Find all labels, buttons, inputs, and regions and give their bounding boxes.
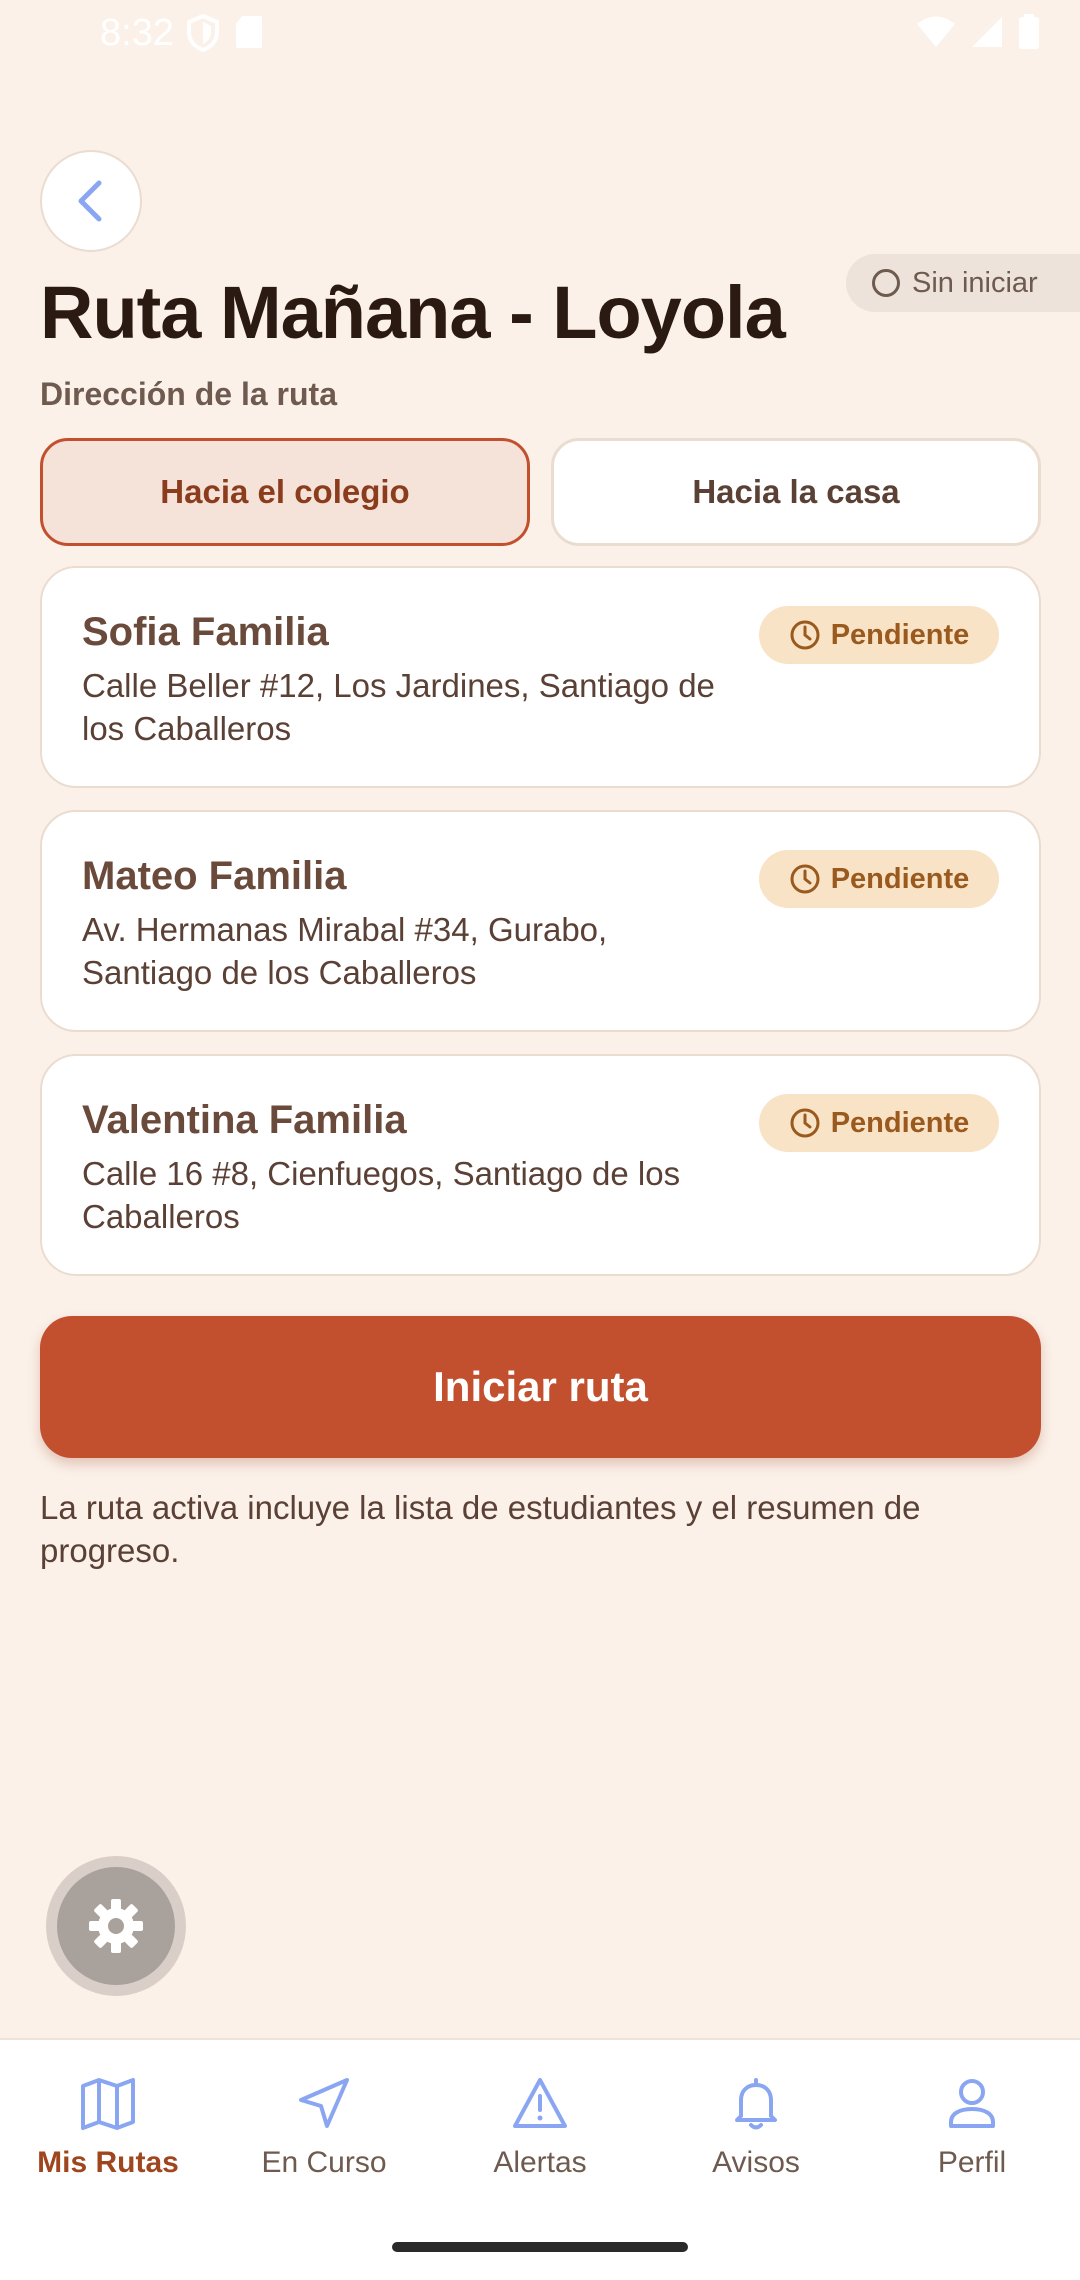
status-badge-label: Pendiente — [830, 1106, 970, 1139]
student-name: Sofia Familia — [82, 610, 329, 654]
battery-icon — [1019, 14, 1039, 49]
home-indicator[interactable] — [392, 2242, 688, 2252]
shield-icon — [187, 14, 219, 52]
nav-label: Perfil — [937, 2146, 1007, 2179]
student-address: Av. Hermanas Mirabal #34, Gurabo, Santia… — [82, 911, 608, 991]
nav-item-avisos[interactable]: Avisos — [648, 2076, 864, 2180]
student-card[interactable]: Sofia Familia Calle Beller #12, Los Jard… — [40, 566, 1041, 788]
nav-item-alertas[interactable]: Alertas — [432, 2076, 648, 2180]
student-name: Mateo Familia — [82, 854, 347, 898]
bell-icon — [735, 2078, 777, 2130]
status-badge: Pendiente — [759, 850, 999, 908]
warning-icon — [513, 2078, 567, 2128]
chevron-left-icon — [78, 180, 102, 222]
nav-label: Avisos — [712, 2146, 800, 2179]
direction-to-home-button[interactable]: Hacia la casa — [551, 438, 1041, 546]
nav-label: Alertas — [493, 2146, 587, 2179]
clock-icon — [790, 1108, 820, 1138]
signal-icon — [972, 17, 1002, 47]
gear-icon — [89, 1899, 143, 1953]
route-status-chip: Sin iniciar — [846, 254, 1080, 312]
direction-to-school-button[interactable]: Hacia el colegio — [40, 438, 530, 546]
nav-item-en-curso[interactable]: En Curso — [216, 2076, 432, 2180]
nav-item-mis-rutas[interactable]: Mis Rutas — [0, 2076, 216, 2180]
wifi-icon — [917, 16, 955, 47]
status-badge-label: Pendiente — [830, 618, 970, 651]
student-name: Valentina Familia — [82, 1098, 407, 1142]
status-badge-label: Pendiente — [830, 862, 970, 895]
student-card[interactable]: Mateo Familia Av. Hermanas Mirabal #34, … — [40, 810, 1041, 1032]
clock-icon — [790, 620, 820, 650]
nav-label: Mis Rutas — [37, 2146, 179, 2179]
back-button[interactable] — [40, 150, 142, 252]
page-title: Ruta Mañana - Loyola — [40, 271, 786, 354]
navigation-icon — [299, 2078, 349, 2128]
student-address: Calle 16 #8, Cienfuegos, Santiago de los… — [82, 1155, 681, 1235]
status-badge: Pendiente — [759, 1094, 999, 1152]
status-badge: Pendiente — [759, 606, 999, 664]
student-card[interactable]: Valentina Familia Calle 16 #8, Cienfuego… — [40, 1054, 1041, 1276]
status-time: 8:32 — [100, 12, 174, 54]
circle-icon — [872, 269, 900, 297]
direction-section-label: Dirección de la ruta — [40, 376, 337, 412]
student-address: Calle Beller #12, Los Jardines, Santiago… — [82, 667, 715, 747]
nav-label: En Curso — [261, 2146, 387, 2179]
nav-item-perfil[interactable]: Perfil — [864, 2076, 1080, 2180]
user-icon — [949, 2079, 995, 2128]
start-route-button[interactable]: Iniciar ruta — [40, 1316, 1041, 1458]
settings-button[interactable] — [46, 1856, 186, 1996]
sd-card-icon — [236, 16, 262, 48]
map-icon — [81, 2078, 135, 2130]
route-info-text: La ruta activa incluye la lista de estud… — [40, 1489, 921, 1569]
status-bar: 8:32 — [0, 0, 1080, 70]
route-status-label: Sin iniciar — [912, 266, 1038, 299]
clock-icon — [790, 864, 820, 894]
